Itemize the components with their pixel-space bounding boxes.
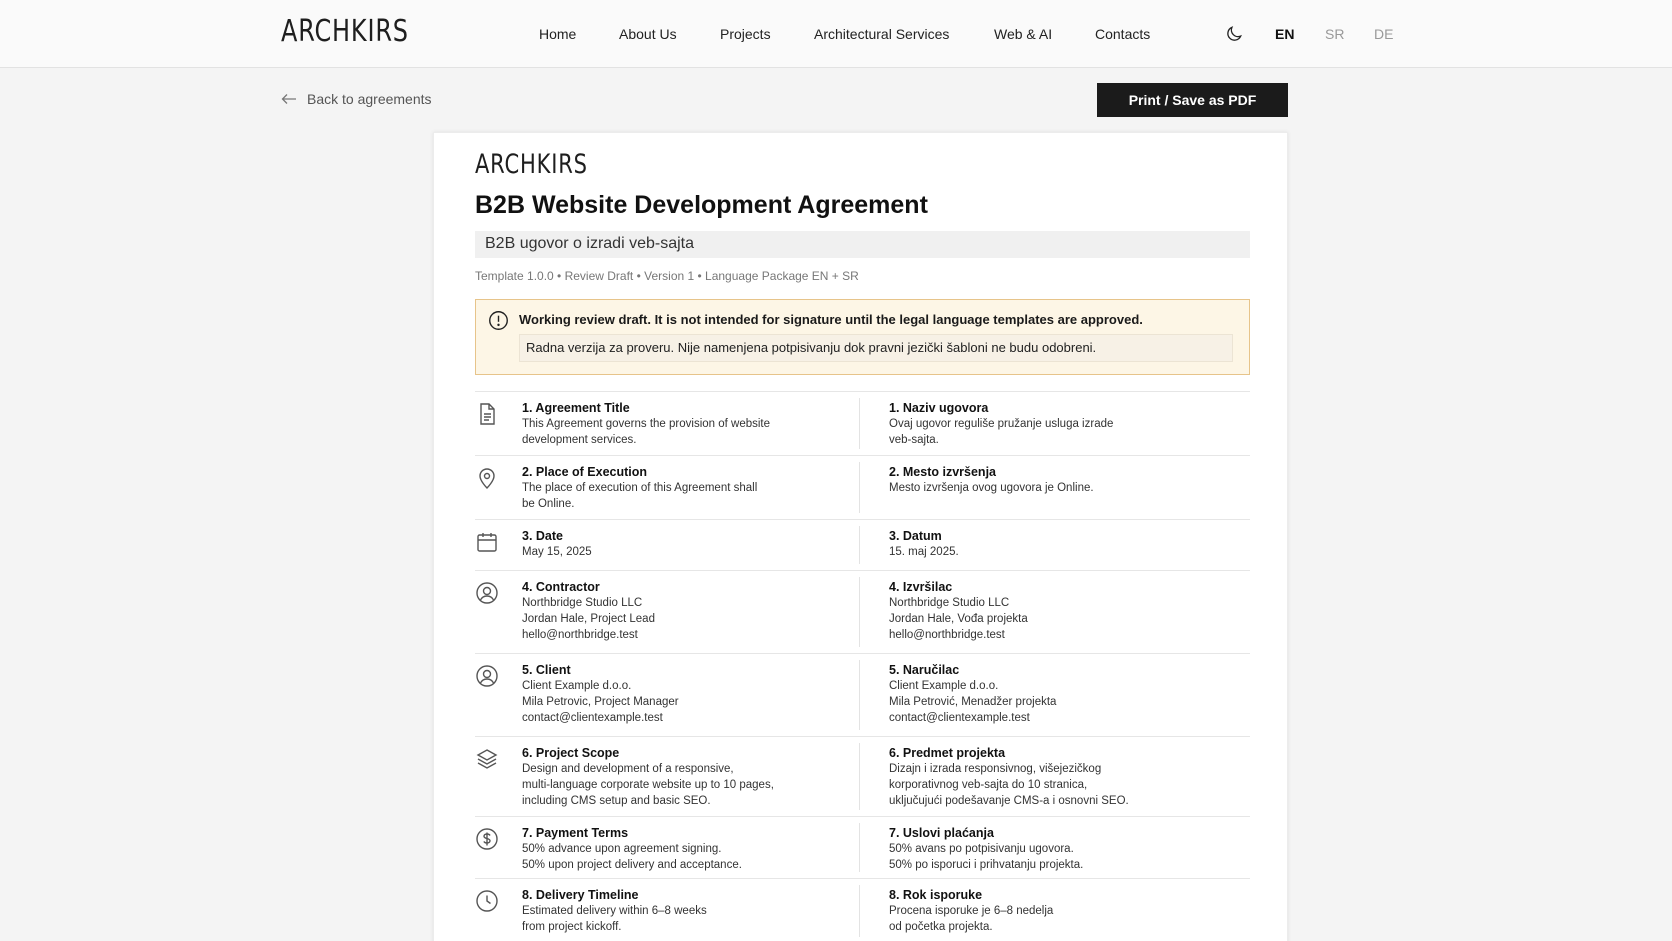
lang-sr[interactable]: SR [1325, 26, 1344, 42]
section-row: 6. Project Scope Design and development o… [475, 737, 1250, 817]
nav-projects[interactable]: Projects [720, 26, 771, 42]
section-title-en: 8. Delivery Timeline [522, 888, 639, 902]
section-title-en: 6. Project Scope [522, 746, 620, 760]
section-text-en: This Agreement governs the provision of … [522, 418, 771, 446]
section-text-sr: 15. maj 2025. [889, 546, 959, 558]
site-logo[interactable]: ARCHKIRS [281, 14, 409, 49]
column-divider [859, 526, 860, 564]
section-title-en: 1. Agreement Title [522, 401, 630, 415]
section-sr: 1. Naziv ugovora Ovaj ugovor reguliše pru… [889, 400, 1229, 448]
section-sr: 7. Uslovi plaćanja 50% avans po potpisiva… [889, 825, 1229, 873]
section-text-en: May 15, 2025 [522, 546, 592, 558]
column-divider [859, 823, 860, 872]
section-row: 5. Client Client Example d.o.o. Mila Petr… [475, 654, 1250, 737]
section-text-en: Northbridge Studio LLC Jordan Hale, Proj… [522, 597, 655, 641]
lang-en[interactable]: EN [1275, 26, 1294, 42]
nav-contacts[interactable]: Contacts [1095, 26, 1150, 42]
column-divider [859, 885, 860, 937]
dollar-circle-icon [476, 828, 498, 850]
section-title-sr: 6. Predmet projekta [889, 746, 1006, 760]
section-text-sr: Northbridge Studio LLC Jordan Hale, Vođa… [889, 597, 1028, 641]
document-subtitle: B2B ugovor o izradi veb-sajta [475, 231, 1250, 258]
section-text-en: The place of execution of this Agreement… [522, 482, 758, 510]
section-title-sr: 5. Naručilac [889, 663, 960, 677]
column-divider [859, 660, 860, 730]
section-row: 3. Date May 15, 2025 3. Datum 15. maj 2025… [475, 520, 1250, 571]
section-row: 2. Place of Execution The place of execut… [475, 456, 1250, 520]
section-text-sr: Mesto izvršenja ovog ugovora je Online. [889, 482, 1094, 494]
section-title-sr: 7. Uslovi plaćanja [889, 826, 994, 840]
section-row: 8. Delivery Timeline Estimated delivery w… [475, 879, 1250, 941]
section-sr: 8. Rok isporuke Procena isporuke je 6–8 n… [889, 887, 1229, 935]
back-to-agreements-link[interactable]: Back to agreements [281, 91, 432, 107]
section-sr: 6. Predmet projekta Dizajn i izrada respo… [889, 745, 1229, 809]
section-en: 3. Date May 15, 2025 [522, 528, 822, 560]
column-divider [859, 462, 860, 513]
section-title-en: 5. Client [522, 663, 571, 677]
section-sr: 2. Mesto izvršenja Mesto izvršenja ovog u… [889, 464, 1229, 496]
section-title-en: 3. Date [522, 529, 563, 543]
nav-home[interactable]: Home [539, 26, 576, 42]
section-text-sr: Client Example d.o.o. Mila Petrović, Men… [889, 680, 1057, 724]
section-title-sr: 2. Mesto izvršenja [889, 465, 996, 479]
section-en: 8. Delivery Timeline Estimated delivery w… [522, 887, 822, 935]
document-meta: Template 1.0.0 • Review Draft • Version … [475, 269, 859, 283]
section-text-en: Client Example d.o.o. Mila Petrovic, Pro… [522, 680, 679, 724]
print-save-pdf-button[interactable]: Print / Save as PDF [1097, 83, 1288, 117]
section-text-sr: Ovaj ugovor reguliše pružanje usluga izr… [889, 418, 1114, 446]
arrow-left-icon [281, 94, 296, 104]
section-sr: 4. Izvršilac Northbridge Studio LLC Jorda… [889, 579, 1229, 643]
section-title-sr: 8. Rok isporuke [889, 888, 983, 902]
clock-icon [476, 890, 498, 912]
section-en: 1. Agreement Title This Agreement governs… [522, 400, 822, 448]
section-row: 4. Contractor Northbridge Studio LLC Jord… [475, 571, 1250, 654]
section-en: 4. Contractor Northbridge Studio LLC Jord… [522, 579, 822, 643]
section-title-sr: 4. Izvršilac [889, 580, 953, 594]
moon-icon[interactable] [1224, 24, 1244, 44]
section-en: 5. Client Client Example d.o.o. Mila Petr… [522, 662, 822, 726]
section-text-sr: Dizajn i izrada responsivnog, višejezičk… [889, 763, 1129, 807]
column-divider [859, 398, 860, 449]
section-en: 2. Place of Execution The place of execut… [522, 464, 822, 512]
top-navigation-bar: ARCHKIRS Home About Us Projects Architec… [0, 0, 1672, 68]
user-circle-icon [476, 582, 498, 604]
lang-de[interactable]: DE [1374, 26, 1393, 42]
column-divider [859, 743, 860, 810]
layers-icon [476, 749, 498, 769]
section-text-en: Estimated delivery within 6–8 weeks from… [522, 905, 707, 933]
location-pin-icon [479, 468, 495, 489]
section-en: 6. Project Scope Design and development o… [522, 745, 822, 809]
column-divider [859, 577, 860, 647]
nav-architectural-services[interactable]: Architectural Services [814, 26, 949, 42]
nav-web-ai[interactable]: Web & AI [994, 26, 1052, 42]
section-text-sr: 50% avans po potpisivanju ugovora. 50% p… [889, 843, 1084, 871]
review-draft-alert: Working review draft. It is not intended… [475, 299, 1250, 375]
section-text-sr: Procena isporuke je 6–8 nedelja od počet… [889, 905, 1054, 933]
warning-circle-icon [489, 311, 508, 330]
section-title-sr: 3. Datum [889, 529, 942, 543]
document-title: B2B Website Development Agreement [475, 191, 928, 219]
back-link-label: Back to agreements [307, 91, 432, 107]
section-title-en: 7. Payment Terms [522, 826, 629, 840]
section-title-en: 4. Contractor [522, 580, 600, 594]
alert-text-sr: Radna verzija za proveru. Nije namenjena… [519, 334, 1233, 362]
section-row: 1. Agreement Title This Agreement governs… [475, 392, 1250, 456]
calendar-icon [477, 533, 497, 552]
nav-about-us[interactable]: About Us [619, 26, 677, 42]
document-icon [480, 403, 495, 425]
section-sr: 5. Naručilac Client Example d.o.o. Mila P… [889, 662, 1229, 726]
section-text-en: 50% advance upon agreement signing. 50% … [522, 843, 742, 871]
section-text-en: Design and development of a responsive, … [522, 763, 774, 807]
section-title-sr: 1. Naziv ugovora [889, 401, 989, 415]
section-title-en: 2. Place of Execution [522, 465, 648, 479]
agreement-sections: 1. Agreement Title This Agreement governs… [475, 391, 1250, 941]
section-en: 7. Payment Terms 50% advance upon agreeme… [522, 825, 822, 873]
agreement-document: ARCHKIRS B2B Website Development Agreeme… [433, 132, 1288, 941]
section-row: 7. Payment Terms 50% advance upon agreeme… [475, 817, 1250, 879]
alert-text-en: Working review draft. It is not intended… [519, 312, 1143, 327]
document-logo: ARCHKIRS [475, 149, 588, 180]
user-circle-icon [476, 665, 498, 687]
section-sr: 3. Datum 15. maj 2025. [889, 528, 1229, 560]
